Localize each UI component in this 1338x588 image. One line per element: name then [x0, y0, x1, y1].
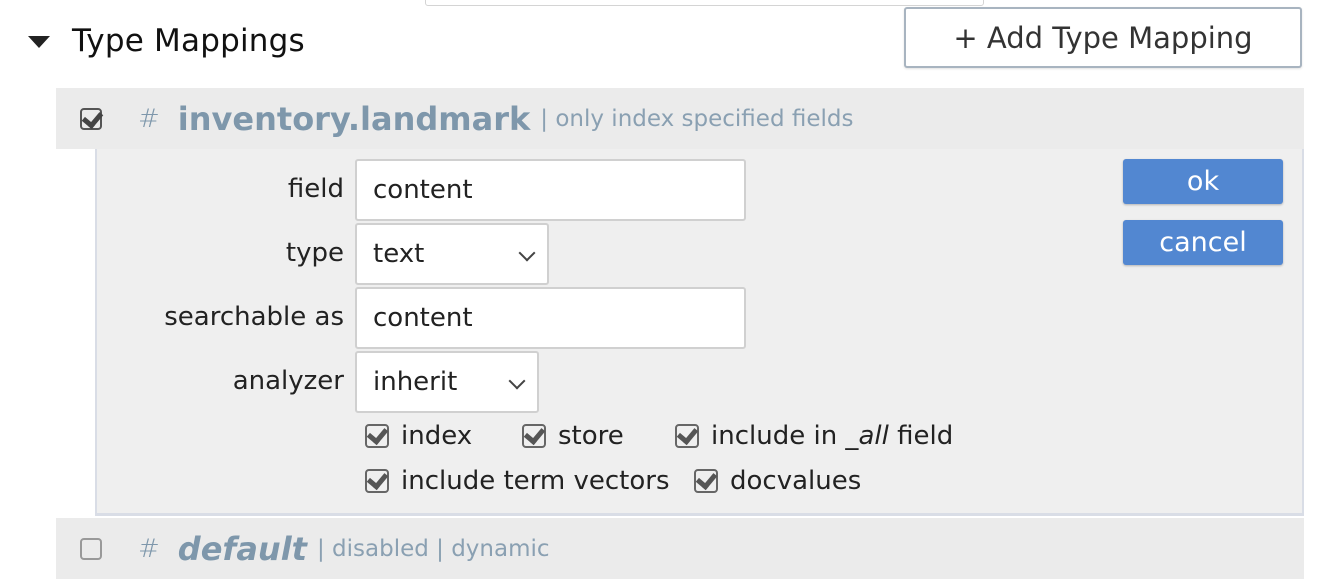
field-editor-panel: field type text searchable as analyzer i… [95, 149, 1304, 516]
field-label: field [287, 174, 344, 204]
type-select-value: text [373, 239, 425, 269]
previous-input-field[interactable] [425, 0, 984, 6]
type-select[interactable]: text [355, 223, 549, 285]
checkbox-checked-icon[interactable] [365, 424, 389, 448]
analyzer-label: analyzer [232, 366, 344, 396]
type-mapping-row[interactable]: # default | disabled | dynamic [56, 518, 1304, 579]
term-vectors-option[interactable]: include term vectors [365, 466, 670, 496]
checkbox-checked-icon[interactable] [522, 424, 546, 448]
analyzer-select-value: inherit [373, 367, 458, 397]
type-mapping-name[interactable]: inventory.landmark [178, 100, 530, 138]
checkbox-checked-icon[interactable] [675, 424, 699, 448]
type-label: type [285, 238, 344, 268]
chevron-down-icon [508, 372, 526, 390]
include-in-all-em: all [858, 421, 889, 451]
index-option[interactable]: index [365, 421, 472, 451]
hash-icon: # [138, 533, 160, 564]
checkbox-checked-icon[interactable] [80, 107, 102, 130]
caret-down-icon[interactable] [28, 36, 50, 48]
type-mappings-header[interactable]: Type Mappings [28, 18, 305, 64]
index-option-label: index [401, 421, 473, 451]
section-title: Type Mappings [72, 23, 305, 59]
store-option-label: store [558, 421, 624, 451]
include-in-all-prefix: include in _ [711, 421, 859, 451]
docvalues-option[interactable]: docvalues [694, 466, 861, 496]
include-in-all-suffix: field [888, 421, 954, 451]
store-option[interactable]: store [522, 421, 624, 451]
checkbox-unchecked-icon[interactable] [80, 537, 102, 560]
field-input[interactable] [355, 159, 746, 221]
ok-button[interactable]: ok [1123, 159, 1283, 204]
cancel-button[interactable]: cancel [1123, 220, 1283, 265]
searchable-as-input[interactable] [355, 287, 746, 349]
include-in-all-label: include in _all field [711, 421, 953, 451]
searchable-as-label: searchable as [164, 302, 344, 332]
analyzer-select[interactable]: inherit [355, 351, 539, 413]
chevron-down-icon [518, 244, 536, 262]
type-mapping-name[interactable]: default [178, 530, 307, 568]
checkbox-checked-icon[interactable] [365, 469, 389, 493]
term-vectors-label: include term vectors [401, 466, 670, 496]
type-mapping-description: | disabled | dynamic [316, 535, 550, 562]
docvalues-label: docvalues [730, 466, 862, 496]
type-mapping-description: | only index specified fields [540, 105, 854, 132]
include-in-all-option[interactable]: include in _all field [675, 421, 953, 451]
checkbox-checked-icon[interactable] [694, 469, 718, 493]
type-mapping-row[interactable]: # inventory.landmark | only index specif… [56, 88, 1304, 149]
add-type-mapping-button[interactable]: + Add Type Mapping [904, 7, 1302, 68]
hash-icon: # [138, 103, 160, 134]
